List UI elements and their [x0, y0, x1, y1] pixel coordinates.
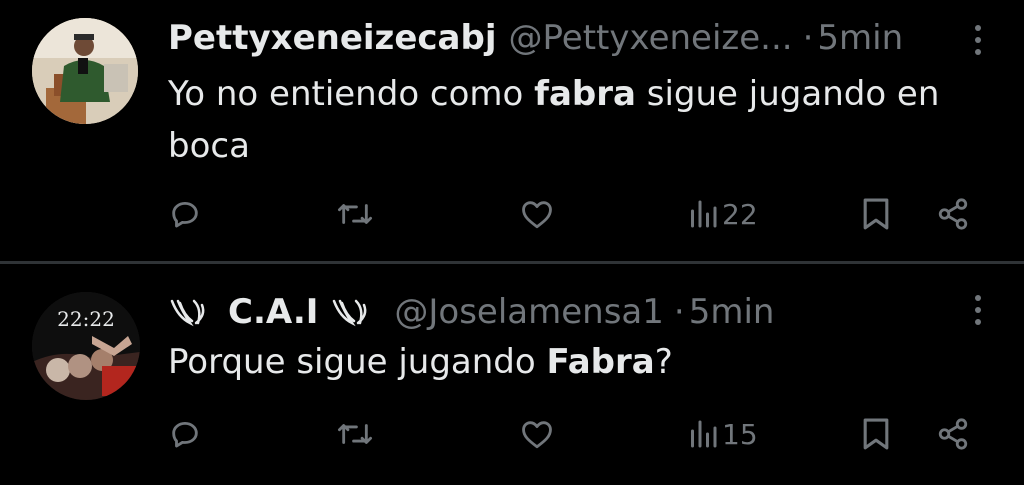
tweet[interactable]: 22:22 C.A.I @Joselamensa1 · 5min Porque …: [0, 264, 1024, 485]
tweet-text: Porque sigue jugando Fabra?: [168, 336, 998, 388]
share-button[interactable]: [936, 412, 970, 456]
retweet-icon: [337, 204, 372, 224]
views-button[interactable]: 15: [688, 412, 758, 456]
timestamp[interactable]: 5min: [689, 290, 775, 334]
tweet-text-part: ?: [654, 342, 673, 382]
retweet-button[interactable]: [336, 192, 374, 236]
tweet[interactable]: Pettyxeneizecabj @Pettyxeneize... · 5min…: [0, 0, 1024, 262]
bookmark-button[interactable]: [862, 192, 890, 236]
action-bar: 15: [168, 412, 988, 456]
tweet-text-part: Porque sigue jugando: [168, 342, 547, 382]
display-name[interactable]: Pettyxeneizecabj: [168, 16, 497, 60]
retweet-icon: [337, 424, 372, 444]
avatar[interactable]: [32, 18, 138, 124]
tweet-text: Yo no entiendo como fabra sigue jugando …: [168, 68, 998, 172]
retweet-button[interactable]: [336, 412, 374, 456]
views-icon: [691, 200, 717, 228]
share-icon: [938, 418, 968, 450]
avatar-text: 22:22: [57, 307, 115, 331]
timestamp[interactable]: 5min: [817, 16, 903, 60]
bookmark-icon: [863, 198, 889, 230]
bookmark-icon: [863, 418, 889, 450]
views-icon: [691, 420, 717, 448]
views-count: 15: [722, 417, 758, 451]
avatar-photo: [32, 18, 138, 124]
reply-button[interactable]: [168, 192, 202, 236]
avatar[interactable]: 22:22: [32, 292, 140, 400]
like-button[interactable]: [520, 192, 554, 236]
more-icon[interactable]: [974, 294, 982, 330]
share-button[interactable]: [936, 192, 970, 236]
tweet-header: Pettyxeneizecabj @Pettyxeneize... · 5min: [168, 16, 903, 60]
username-handle[interactable]: @Pettyxeneize...: [509, 16, 793, 60]
display-name[interactable]: C.A.I: [228, 290, 318, 334]
views-count: 22: [722, 197, 758, 231]
share-icon: [938, 198, 968, 230]
username-handle[interactable]: @Joselamensa1: [394, 290, 664, 334]
like-button[interactable]: [520, 412, 554, 456]
reply-icon: [172, 201, 198, 228]
reply-icon: [172, 421, 198, 448]
wings-emoji-icon: [333, 299, 367, 327]
bookmark-button[interactable]: [862, 412, 890, 456]
reply-button[interactable]: [168, 412, 202, 456]
action-bar: 22: [168, 192, 988, 236]
like-icon: [522, 201, 552, 229]
separator-dot: ·: [673, 292, 685, 332]
more-icon[interactable]: [974, 24, 982, 60]
tweet-text-bold: fabra: [534, 74, 636, 114]
views-button[interactable]: 22: [688, 192, 758, 236]
tweet-text-bold: Fabra: [546, 342, 655, 382]
like-icon: [522, 421, 552, 449]
separator-dot: ·: [802, 18, 814, 58]
tweet-text-part: Yo no entiendo como: [168, 74, 535, 114]
wings-emoji-icon: [170, 299, 205, 327]
tweet-header: C.A.I @Joselamensa1 · 5min: [168, 290, 774, 334]
avatar-photo: 22:22: [32, 292, 140, 400]
